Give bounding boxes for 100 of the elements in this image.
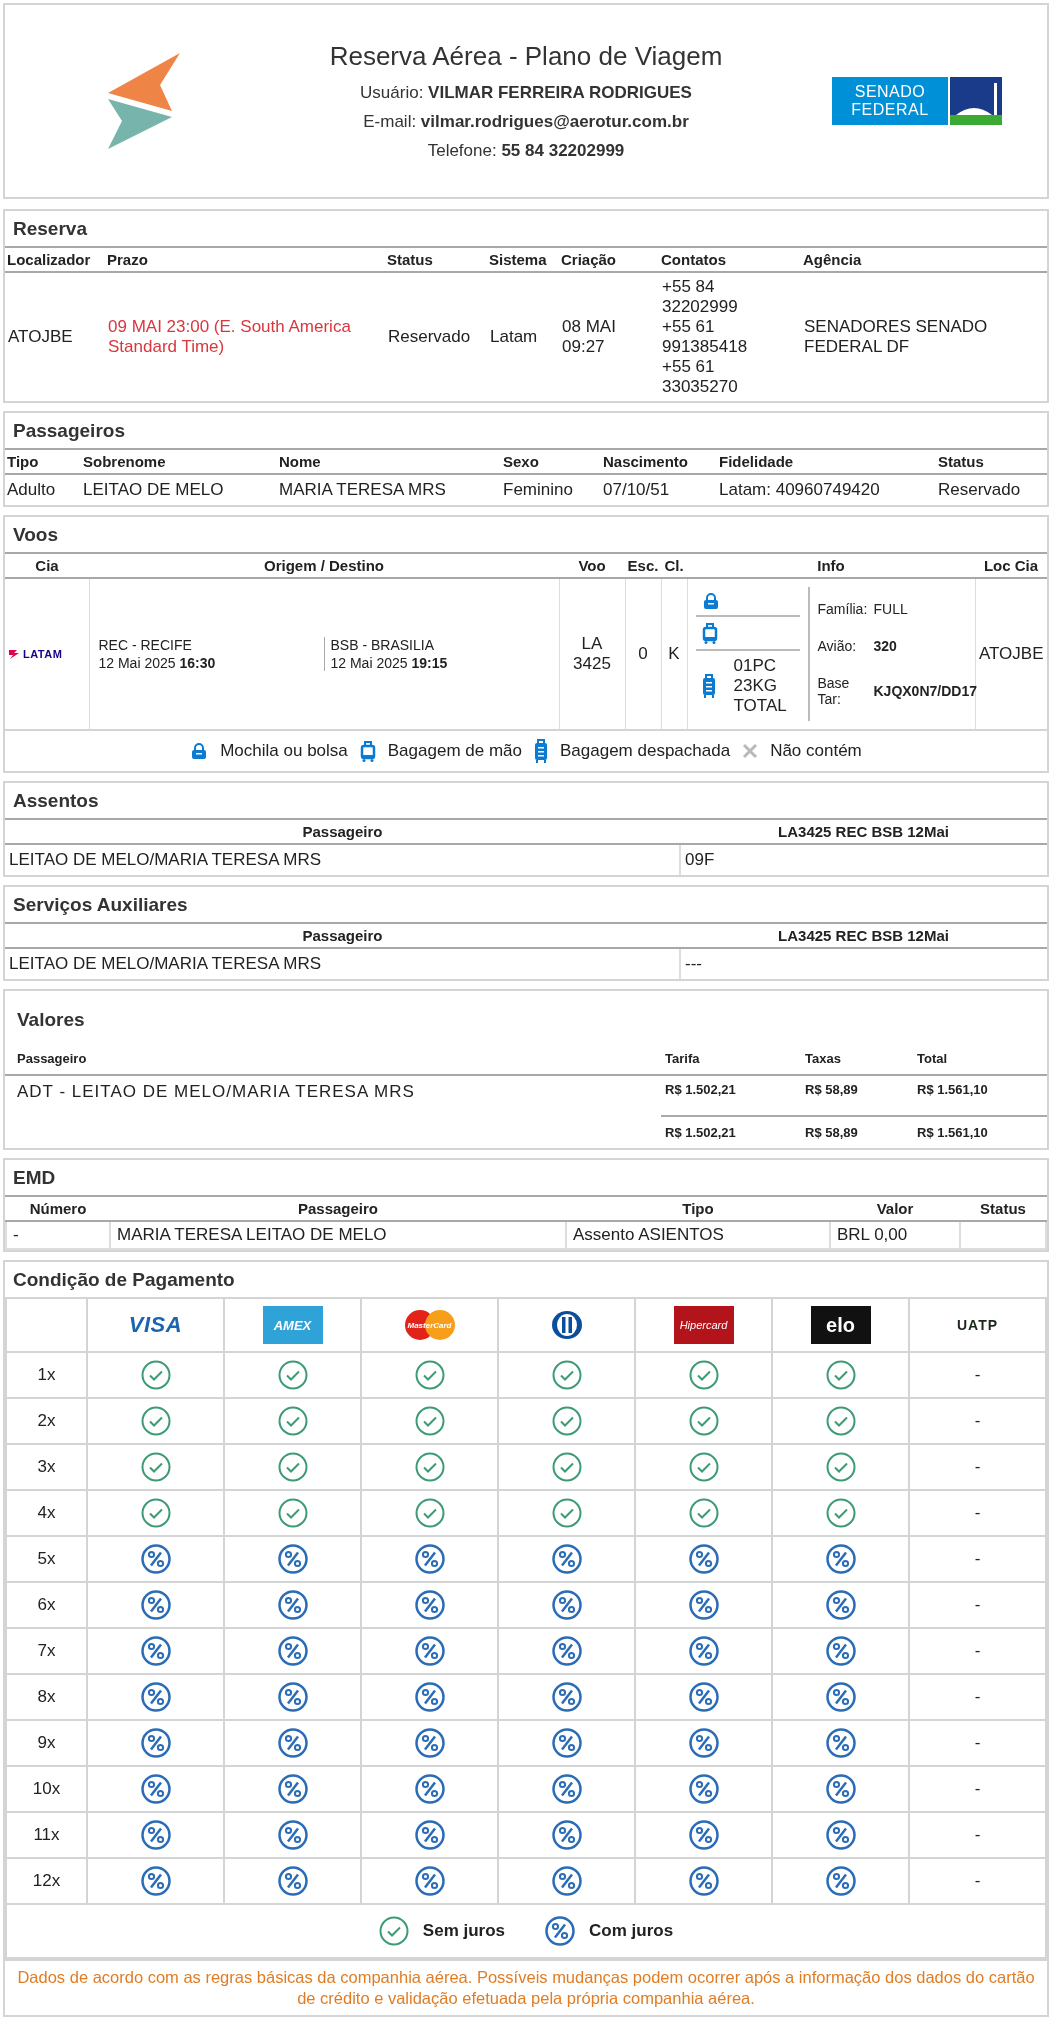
- table-cell: R$ 1.561,10: [917, 1082, 988, 1097]
- backpack-icon: [190, 742, 209, 760]
- percent-circle-icon: [551, 1866, 582, 1896]
- header-info-line: E-mail: vilmar.rodrigues@aerotur.com.br: [363, 112, 689, 132]
- table-cell: 07/10/51: [603, 480, 670, 499]
- suitcase-icon: [701, 622, 718, 644]
- percent-circle-icon: [277, 1820, 308, 1850]
- column-header: Criação: [559, 248, 659, 272]
- column-header: Prazo: [105, 248, 385, 272]
- section-title: Passageiros: [5, 413, 1047, 450]
- table-cell: LEITAO DE MELO/MARIA TERESA MRS: [9, 850, 322, 869]
- table-cell: -: [974, 1687, 981, 1707]
- column-header: Passageiro: [5, 1041, 661, 1075]
- table-cell: LEITAO DE MELO/MARIA TERESA MRS: [9, 954, 322, 973]
- section-title: EMD: [5, 1160, 1047, 1197]
- installment-label: 3x: [37, 1457, 56, 1476]
- contact-phone: +55 61 991385418: [662, 317, 749, 357]
- column-header: Cia: [5, 554, 89, 578]
- backpack-icon: [701, 592, 720, 610]
- percent-circle-icon: [825, 1544, 856, 1574]
- table-cell: 0: [638, 644, 648, 663]
- percent-circle-icon: [551, 1820, 582, 1850]
- table-cell: 09 MAI 23:00 (E. South America Standard Time): [108, 317, 351, 356]
- total-amount: R$ 1.502,21: [665, 1125, 736, 1140]
- info-value: KJQX0N7/DD17: [873, 683, 977, 700]
- percent-circle-icon: [825, 1636, 856, 1666]
- percent-circle-icon: [825, 1774, 856, 1804]
- installment-label: 4x: [37, 1503, 56, 1522]
- percent-circle-icon: [140, 1728, 171, 1758]
- baggage-allowance: 01PC 23KG TOTAL: [733, 656, 788, 716]
- legend-label: Não contém: [770, 741, 862, 761]
- check-circle-icon: [414, 1452, 445, 1482]
- percent-circle-icon: [825, 1820, 856, 1850]
- percent-circle-icon: [414, 1636, 445, 1666]
- percent-circle-icon: [140, 1590, 171, 1620]
- header-info-line: Usuário: VILMAR FERREIRA RODRIGUES: [360, 83, 692, 103]
- table-cell: -: [13, 1225, 19, 1244]
- percent-circle-icon: [277, 1728, 308, 1758]
- check-circle-icon: [551, 1452, 582, 1482]
- column-header: Loc Cia: [975, 554, 1047, 578]
- percent-circle-icon: [277, 1544, 308, 1574]
- table-cell: Latam: 40960749420: [719, 480, 880, 499]
- percent-circle-icon: [140, 1544, 171, 1574]
- percent-circle-icon: [688, 1728, 719, 1758]
- partner-logo: SENADO FEDERAL: [832, 77, 1002, 125]
- percent-circle-icon: [140, 1866, 171, 1896]
- percent-circle-icon: [414, 1728, 445, 1758]
- table-cell: ADT - LEITAO DE MELO/MARIA TERESA MRS: [17, 1082, 415, 1101]
- percent-circle-icon: [825, 1590, 856, 1620]
- percent-circle-icon: [825, 1866, 856, 1896]
- section-title: Serviços Auxiliares: [5, 887, 1047, 924]
- column-header: Sistema: [487, 248, 559, 272]
- percent-circle-icon: [140, 1636, 171, 1666]
- check-circle-icon: [140, 1406, 171, 1436]
- column-header: LA3425 REC BSB 12Mai: [680, 820, 1047, 844]
- check-circle-icon: [140, 1360, 171, 1390]
- legend-label: Com juros: [589, 1921, 674, 1941]
- column-header: Sobrenome: [81, 450, 277, 474]
- table-cell: MARIA TERESA LEITAO DE MELO: [117, 1225, 387, 1244]
- percent-circle-icon: [277, 1866, 308, 1896]
- check-circle-icon: [277, 1452, 308, 1482]
- column-header: Fidelidade: [717, 450, 936, 474]
- section-title: Condição de Pagamento: [12, 1268, 236, 1292]
- column-header: Nome: [277, 450, 501, 474]
- check-circle-icon: [140, 1452, 171, 1482]
- table-cell: -: [974, 1825, 981, 1845]
- percent-circle-icon: [551, 1544, 582, 1574]
- table-cell: 08 MAI 09:27: [562, 317, 616, 356]
- percent-circle-icon: [688, 1682, 719, 1712]
- check-circle-icon: [414, 1406, 445, 1436]
- check-circle-icon: [277, 1406, 308, 1436]
- installment-label: 1x: [37, 1365, 56, 1384]
- column-header: Status: [936, 450, 1047, 474]
- installment-label: 9x: [37, 1733, 56, 1752]
- suitcase-icon: [359, 740, 376, 762]
- percent-circle-icon: [414, 1866, 445, 1896]
- table-cell: 09F: [685, 850, 715, 869]
- table-cell: -: [974, 1779, 981, 1799]
- percent-circle-icon: [414, 1682, 445, 1712]
- column-header: Agência: [801, 248, 1047, 272]
- card-brand-logo: elo: [810, 1306, 871, 1344]
- check-circle-icon: [414, 1360, 445, 1390]
- info-label: Avião:: [817, 638, 858, 654]
- percent-circle-icon: [414, 1774, 445, 1804]
- card-brand-logo: MasterCard: [400, 1308, 459, 1342]
- column-header: Número: [6, 1197, 110, 1221]
- check-circle-icon: [378, 1916, 409, 1946]
- card-brand-logo: Hipercard: [673, 1306, 734, 1344]
- column-header: Voo: [559, 554, 625, 578]
- table-cell: R$ 1.502,21: [665, 1082, 736, 1097]
- table-cell: -: [974, 1871, 981, 1891]
- percent-circle-icon: [277, 1636, 308, 1666]
- card-brand-logo: UATP: [956, 1317, 999, 1333]
- table-cell: Assento ASIENTOS: [573, 1225, 724, 1244]
- percent-circle-icon: [551, 1636, 582, 1666]
- info-label: Base Tar:: [817, 675, 851, 708]
- percent-circle-icon: [688, 1820, 719, 1850]
- contact-phone: +55 84 32202999: [662, 277, 739, 317]
- info-label: Família:: [817, 600, 869, 617]
- header-info-line: Telefone: 55 84 32202999: [427, 141, 625, 161]
